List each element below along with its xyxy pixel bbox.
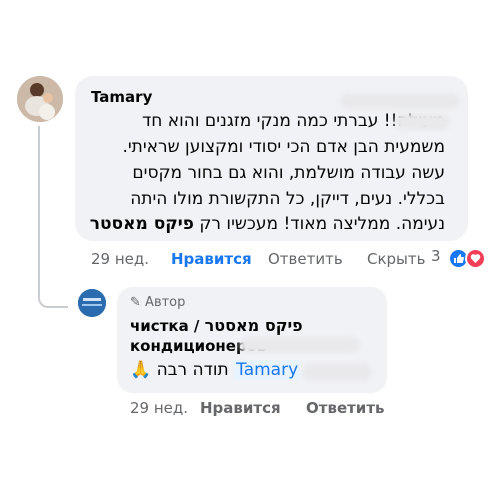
comment-time[interactable]: 29 нед. — [91, 250, 149, 268]
comment-author[interactable]: Tamary — [91, 88, 152, 106]
page-logo — [78, 289, 106, 317]
comment-line-5: נעימה. ממליצה מאוד! מעכשיו רק — [199, 214, 445, 234]
reply-like-button[interactable]: Нравится — [200, 399, 281, 417]
thread-connector — [38, 126, 68, 308]
page-name[interactable]: чистка / פיקס מאסטר — [130, 316, 303, 335]
reply-reply-button[interactable]: Ответить — [306, 399, 385, 417]
reply-button[interactable]: Ответить — [268, 250, 343, 268]
page-name-rest-1: чистка / — [130, 317, 200, 335]
redacted-word — [395, 114, 450, 130]
like-button[interactable]: Нравится — [171, 250, 252, 268]
brand-mention[interactable]: פיקס מאסטר — [90, 214, 194, 234]
love-icon[interactable] — [465, 248, 486, 269]
reaction-count[interactable]: 3 — [431, 247, 441, 265]
comment-line-2: משמעית הבן אדם הכי יסודי ומקצוען שראיתי. — [122, 137, 445, 157]
comment-line-5-wrap: נעימה. ממליצה מאוד! מעכשיו רק פיקס מאסטר — [90, 214, 445, 234]
pencil-icon: ✎ — [130, 295, 141, 310]
redacted-mention — [302, 364, 372, 380]
author-badge-label: Автор — [145, 295, 186, 310]
hide-button[interactable]: Скрыть — [367, 250, 425, 268]
commenter-photo — [17, 76, 63, 122]
reply-message: 🙏 תודה רבה Tamary — [130, 360, 301, 380]
reply-text: תודה רבה — [156, 360, 229, 380]
comment-line-4: בכללי. נעים, דייקן, כל התקשורת מולו היתה — [130, 189, 445, 209]
page-avatar[interactable] — [78, 289, 106, 317]
redacted-surname — [340, 93, 460, 109]
commenter-avatar[interactable] — [17, 76, 63, 122]
mention-tag[interactable]: Tamary — [234, 360, 301, 380]
page-name-brand: פיקס מאסטר — [204, 316, 303, 335]
pray-emoji: 🙏 — [130, 360, 152, 380]
comment-line-3: עשה עבודה מושלמת, והוא גם בחור מקסים — [132, 163, 445, 183]
reply-time[interactable]: 29 нед. — [130, 399, 188, 417]
redacted-page-suffix — [240, 337, 360, 353]
author-badge: ✎ Автор — [130, 295, 185, 310]
